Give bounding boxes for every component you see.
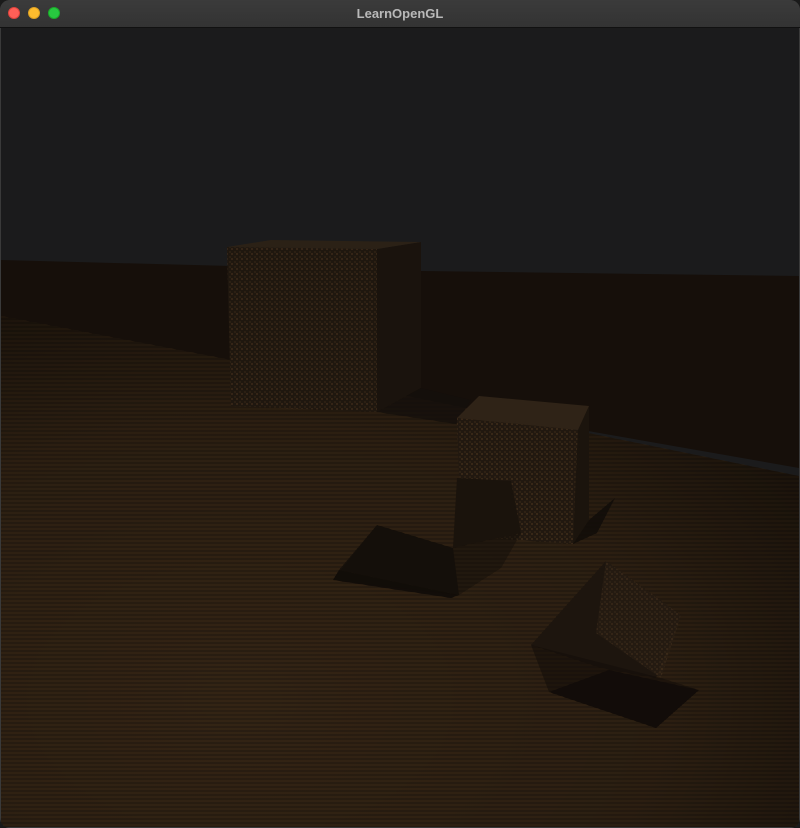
app-window: LearnOpenGL	[0, 0, 800, 828]
cube-large	[227, 240, 421, 412]
opengl-viewport[interactable]	[1, 28, 799, 827]
rendered-scene	[1, 28, 799, 827]
title-bar[interactable]: LearnOpenGL	[0, 0, 800, 28]
window-title: LearnOpenGL	[356, 6, 444, 21]
